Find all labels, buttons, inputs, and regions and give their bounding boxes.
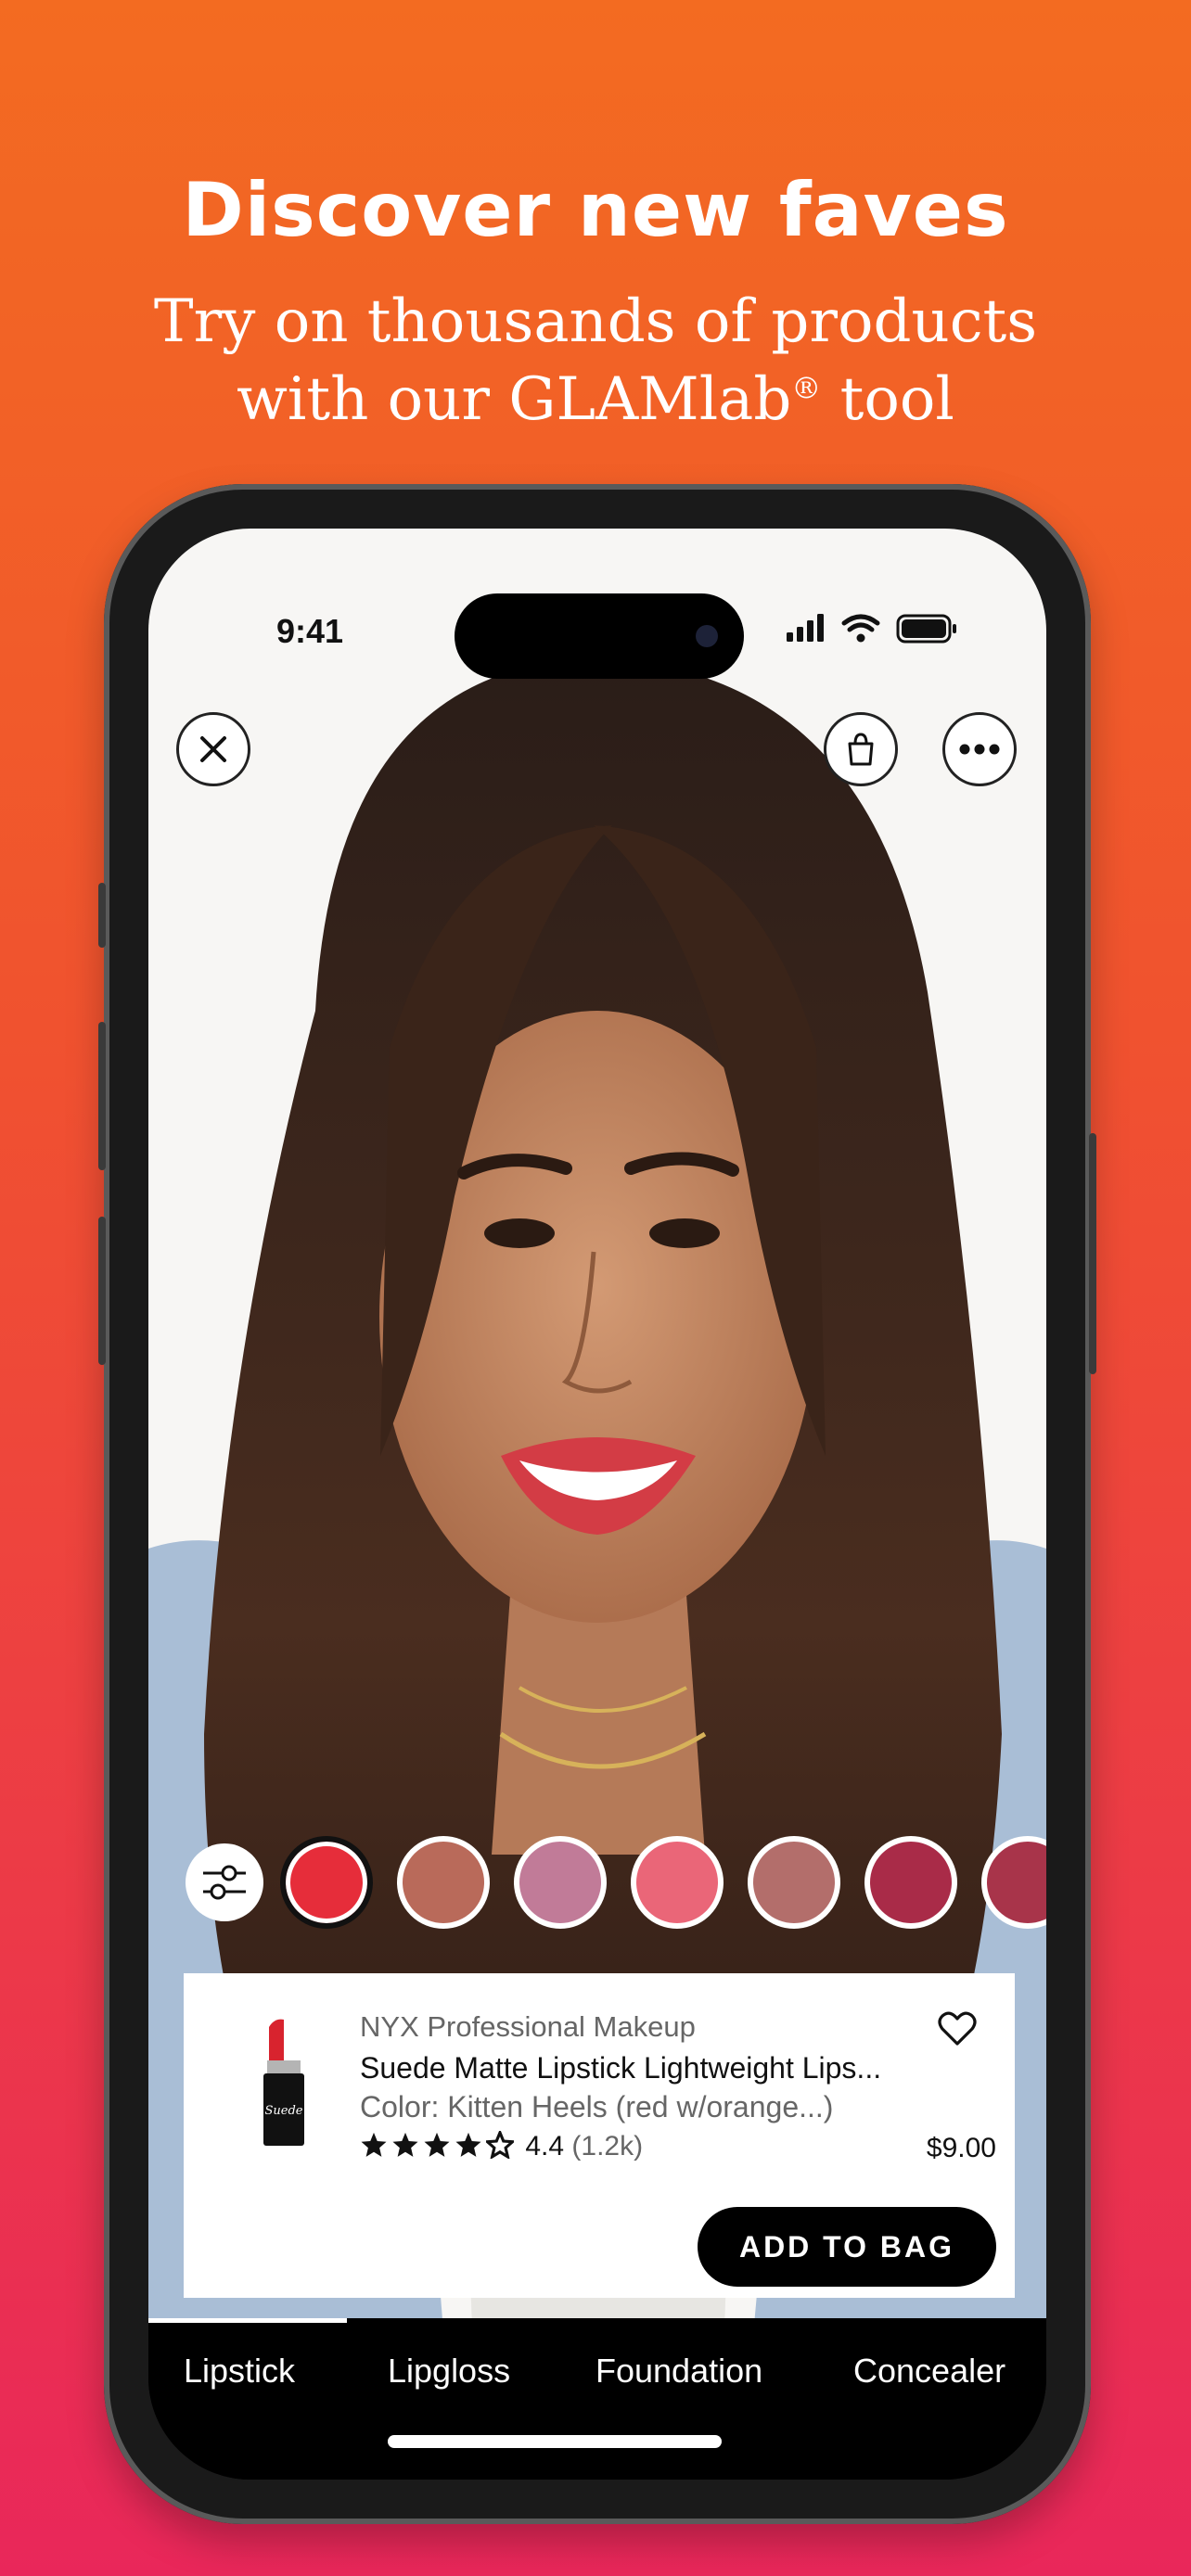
subline-line-1: Try on thousands of products — [153, 287, 1038, 356]
registered-mark: ® — [791, 370, 822, 406]
status-time: 9:41 — [276, 612, 344, 650]
product-brand: NYX Professional Makeup — [360, 2010, 696, 2043]
review-count: (1.2k) — [571, 2131, 644, 2162]
home-indicator[interactable] — [388, 2435, 722, 2448]
side-button-volume-down — [98, 1217, 106, 1365]
shopping-bag-icon — [848, 733, 874, 766]
side-button-silent — [98, 883, 106, 948]
wifi-icon — [841, 614, 880, 643]
more-icon — [959, 744, 1000, 755]
swatch-0[interactable] — [280, 1836, 373, 1929]
tab-lipstick[interactable]: Lipstick — [184, 2352, 295, 2391]
subline-line-2-prefix: with our GLAMlab — [237, 365, 792, 434]
swatch-5[interactable] — [864, 1836, 957, 1929]
phone-screen: 9:41 Suede NYX Professional Makeup Suede… — [148, 529, 1046, 2480]
filter-button[interactable] — [186, 1843, 263, 1921]
subline-line-2-suffix: tool — [821, 365, 954, 434]
status-icons — [787, 612, 972, 654]
swatch-3[interactable] — [631, 1836, 724, 1929]
swatch-1[interactable] — [397, 1836, 490, 1929]
product-name[interactable]: Suede Matte Lipstick Lightweight Lips... — [360, 2051, 881, 2085]
product-price: $9.00 — [926, 2133, 996, 2163]
category-tabs: Lipstick Lipgloss Foundation Concealer — [148, 2318, 1046, 2480]
bag-button[interactable] — [824, 712, 898, 786]
headline: Discover new faves — [182, 167, 1009, 253]
favorite-button[interactable] — [937, 2010, 978, 2052]
lipstick-product-image: Suede — [263, 2019, 304, 2146]
tab-foundation[interactable]: Foundation — [596, 2352, 762, 2391]
lipstick-label-text: Suede — [265, 2104, 303, 2118]
swatch-2[interactable] — [514, 1836, 607, 1929]
more-button[interactable] — [942, 712, 1017, 786]
close-button[interactable] — [176, 712, 250, 786]
battery-icon — [896, 614, 956, 644]
active-tab-indicator — [148, 2318, 347, 2323]
add-to-bag-button[interactable]: ADD TO BAG — [698, 2207, 996, 2287]
close-icon — [200, 736, 226, 762]
side-button-volume-up — [98, 1022, 106, 1170]
cellular-signal-icon — [787, 614, 824, 642]
product-card[interactable]: Suede NYX Professional Makeup Suede Matt… — [184, 1973, 1015, 2298]
rating-stars-icon — [361, 2131, 514, 2159]
side-button-power — [1089, 1133, 1096, 1374]
tab-lipgloss[interactable]: Lipgloss — [388, 2352, 510, 2391]
rating-value: 4.4 — [525, 2131, 565, 2162]
product-color: Color: Kitten Heels (red w/orange...) — [360, 2090, 834, 2123]
product-rating: 4.4 (1.2k) — [360, 2129, 643, 2162]
phone-frame: 9:41 Suede NYX Professional Makeup Suede… — [98, 484, 1096, 2524]
front-camera — [696, 625, 718, 647]
swatch-4[interactable] — [748, 1836, 840, 1929]
tab-concealer[interactable]: Concealer — [853, 2352, 1005, 2391]
subline-line-2: with our GLAMlab® tool — [0, 365, 1191, 434]
sliders-icon — [203, 1865, 246, 1900]
heart-icon — [938, 2011, 977, 2046]
dynamic-island — [455, 593, 744, 679]
